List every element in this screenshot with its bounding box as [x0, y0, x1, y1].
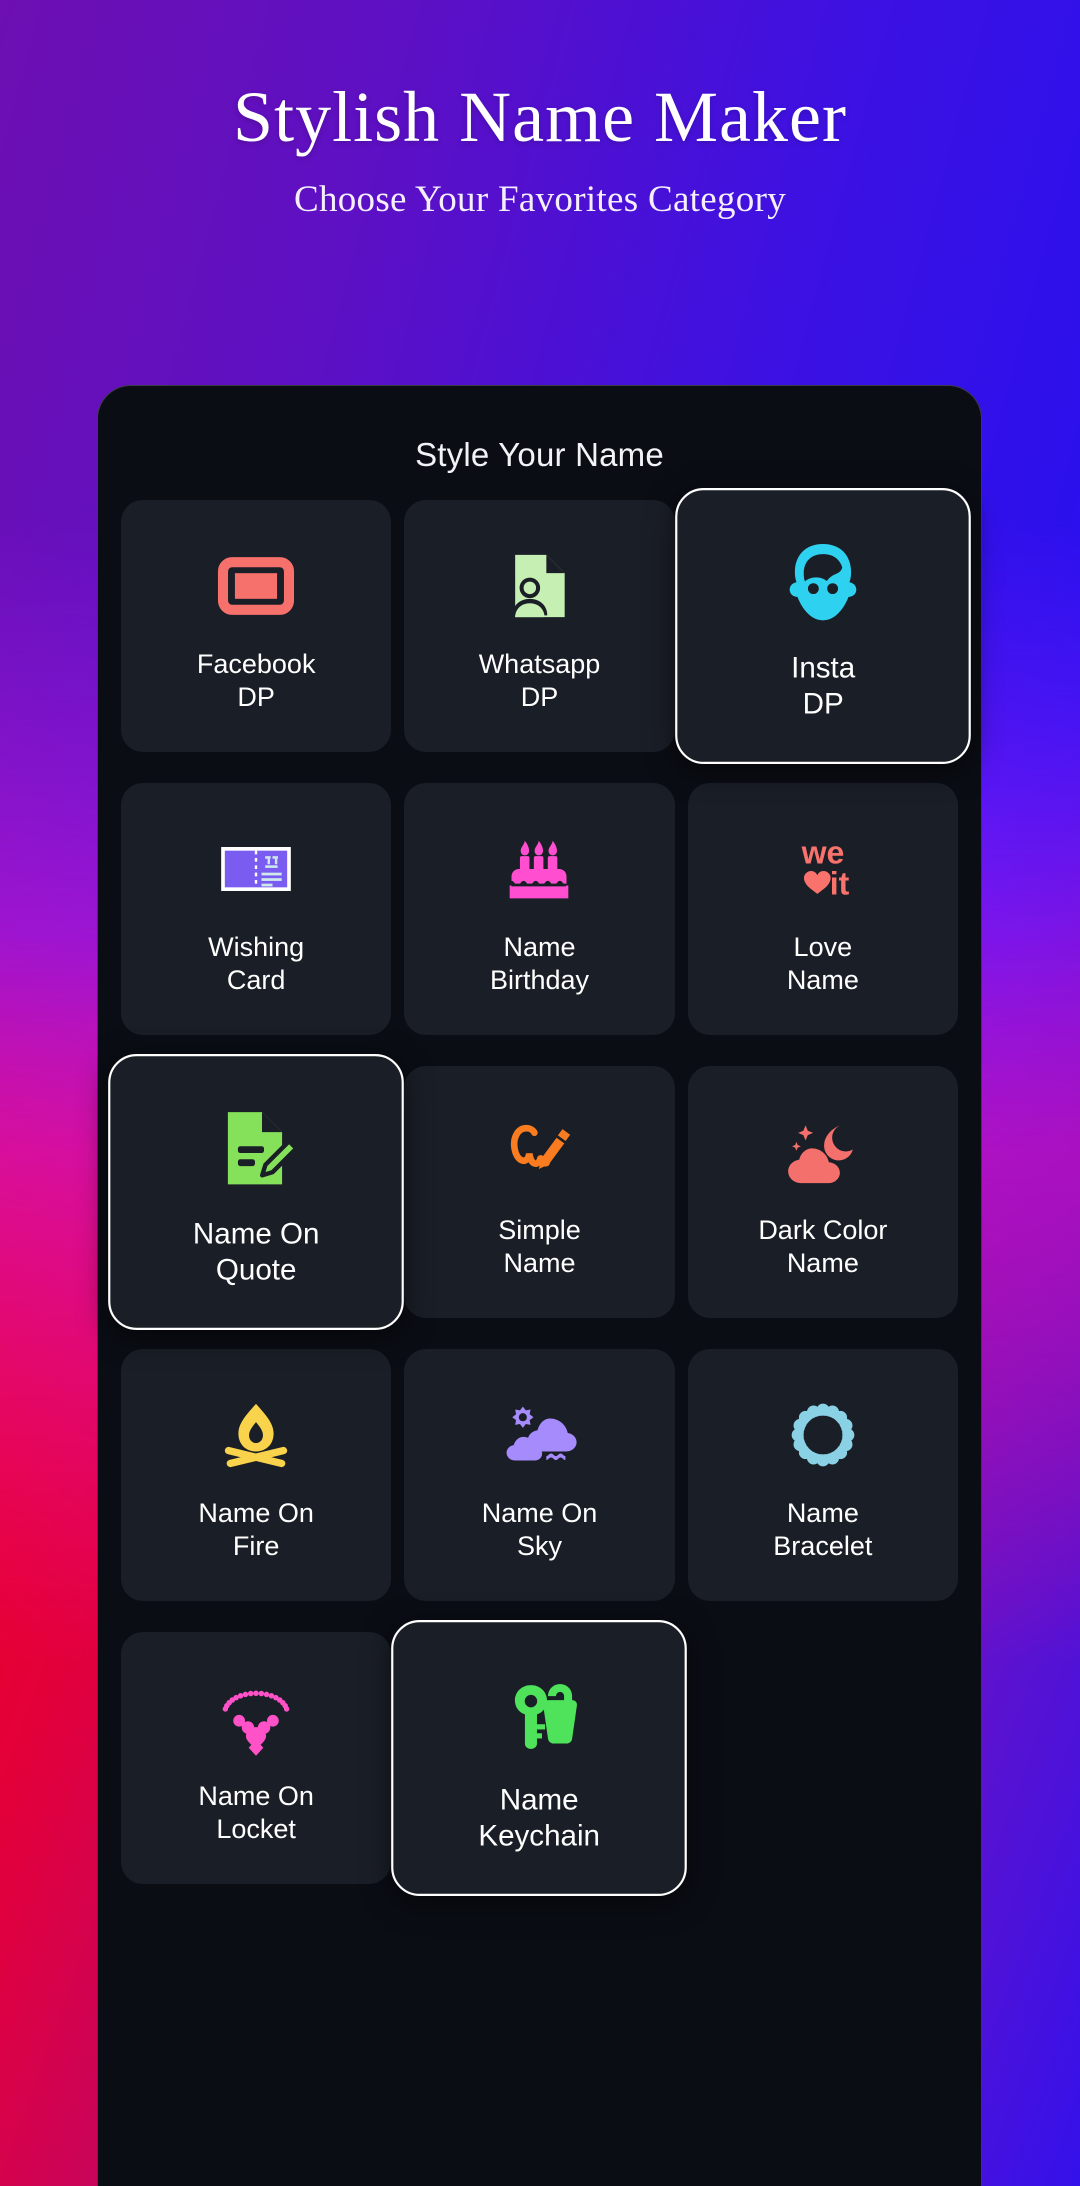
panel-title: Style Your Name [415, 436, 664, 473]
category-tile-label: Name On Quote [192, 1217, 320, 1287]
category-tile-name-birthday[interactable]: Name Birthday [404, 783, 675, 1035]
category-tile-label: Facebook DP [196, 649, 316, 712]
we-heart-it-icon: we it [689, 821, 957, 917]
category-tile-label: Name Bracelet [773, 1498, 873, 1561]
category-grid: Facebook DP Whatsapp DP Insta DP Wishing Ca… [97, 488, 982, 1896]
app-header: Stylish Name Maker Choose Your Favorites… [0, 0, 1080, 221]
category-tile-label: Name On Fire [198, 1498, 314, 1561]
cloud-moon-icon [689, 1104, 957, 1200]
campfire-icon [122, 1387, 390, 1483]
category-tile-insta-dp[interactable]: Insta DP [674, 488, 971, 764]
page-title: Stylish Name Maker [233, 77, 847, 157]
face-avatar-icon [677, 530, 969, 635]
category-tile-label: Name On Sky [481, 1498, 598, 1561]
category-tile-label: Simple Name [498, 1215, 581, 1278]
svg-text:it: it [830, 866, 850, 902]
category-tile-whatsapp-dp[interactable]: Whatsapp DP [404, 500, 675, 752]
profile-document-icon [405, 538, 673, 634]
greeting-card-icon [122, 821, 390, 917]
category-tile-label: Whatsapp DP [478, 649, 601, 712]
category-tile-label: Love Name [786, 932, 859, 995]
category-tile-love-name[interactable]: we it Love Name [687, 783, 958, 1035]
category-tile-label: Name Birthday [489, 932, 590, 995]
category-tile-simple-name[interactable]: Simple Name [404, 1066, 675, 1318]
necklace-locket-icon [122, 1670, 390, 1766]
key-tag-icon [394, 1662, 686, 1767]
category-tile-name-on-sky[interactable]: Name On Sky [404, 1349, 675, 1601]
category-tile-name-on-locket[interactable]: Name On Locket [121, 1632, 392, 1884]
signature-pencil-icon [405, 1104, 673, 1200]
category-tile-label: Name Keychain [478, 1783, 601, 1853]
beaded-bracelet-icon [689, 1387, 957, 1483]
category-tile-name-keychain[interactable]: Name Keychain [391, 1620, 688, 1896]
category-tile-name-bracelet[interactable]: Name Bracelet [687, 1349, 958, 1601]
category-tile-name-on-fire[interactable]: Name On Fire [121, 1349, 392, 1601]
category-tile-name-on-quote[interactable]: Name On Quote [108, 1054, 405, 1330]
category-tile-label: Dark Color Name [758, 1215, 888, 1278]
document-pen-icon [110, 1096, 402, 1201]
birthday-cake-icon [405, 821, 673, 917]
photo-frame-icon [122, 538, 390, 634]
category-tile-facebook-dp[interactable]: Facebook DP [121, 500, 392, 752]
page-subtitle: Choose Your Favorites Category [293, 178, 787, 220]
category-tile-wishing-card[interactable]: Wishing Card [121, 783, 392, 1035]
category-tile-label: Name On Locket [198, 1781, 314, 1844]
category-tile-label: Insta DP [790, 651, 855, 721]
category-tile-dark-color-name[interactable]: Dark Color Name [687, 1066, 958, 1318]
sun-clouds-icon [405, 1387, 673, 1483]
category-tile-label: Wishing Card [208, 932, 305, 995]
